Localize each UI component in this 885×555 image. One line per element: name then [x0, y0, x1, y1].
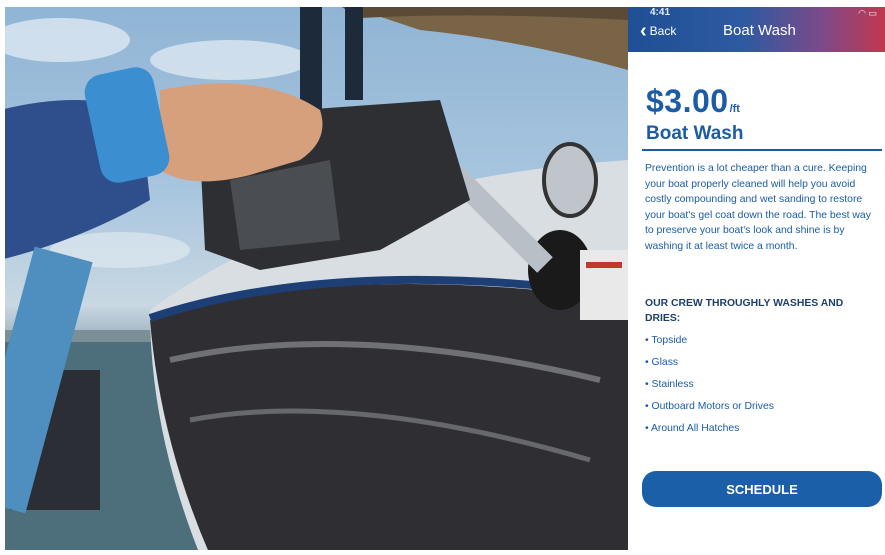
list-item: Glass [645, 356, 881, 378]
frame-left [0, 0, 5, 555]
service-name: Boat Wash [646, 123, 744, 144]
battery-icon: ▭ [868, 8, 877, 18]
list-item: Around All Hatches [645, 422, 881, 444]
schedule-button[interactable]: SCHEDULE [642, 471, 882, 507]
service-description: Prevention is a lot cheaper than a cure.… [645, 163, 871, 252]
list-item: Topside [645, 334, 881, 356]
service-items: Topside Glass Stainless Outboard Motors … [645, 334, 881, 444]
price-unit: /ft [729, 103, 740, 115]
price-value: $3.00 [646, 83, 729, 119]
price: $3.00/ft [646, 83, 740, 120]
boat-fueling-illustration [0, 0, 628, 555]
hero-photo [0, 0, 628, 555]
list-item: Outboard Motors or Drives [645, 400, 881, 422]
page-title: Boat Wash [723, 22, 796, 39]
status-icons: ◠ ▭ [858, 8, 877, 19]
chevron-left-icon: ‹ [640, 20, 647, 42]
frame-bottom [0, 550, 885, 555]
back-button[interactable]: ‹ Back [640, 20, 677, 42]
list-item: Stainless [645, 378, 881, 400]
wifi-icon: ◠ [858, 8, 866, 18]
back-label: Back [649, 24, 677, 38]
frame-top [0, 0, 885, 7]
divider [642, 149, 882, 151]
nav-bar: 4:41 ◠ ▭ ‹ Back Boat Wash [628, 7, 885, 52]
status-time: 4:41 [650, 7, 671, 18]
list-heading: OUR CREW THROUGHLY WASHES AND DRIES: [645, 298, 844, 324]
service-detail-panel: 4:41 ◠ ▭ ‹ Back Boat Wash $3.00/ft Boat … [628, 7, 885, 550]
